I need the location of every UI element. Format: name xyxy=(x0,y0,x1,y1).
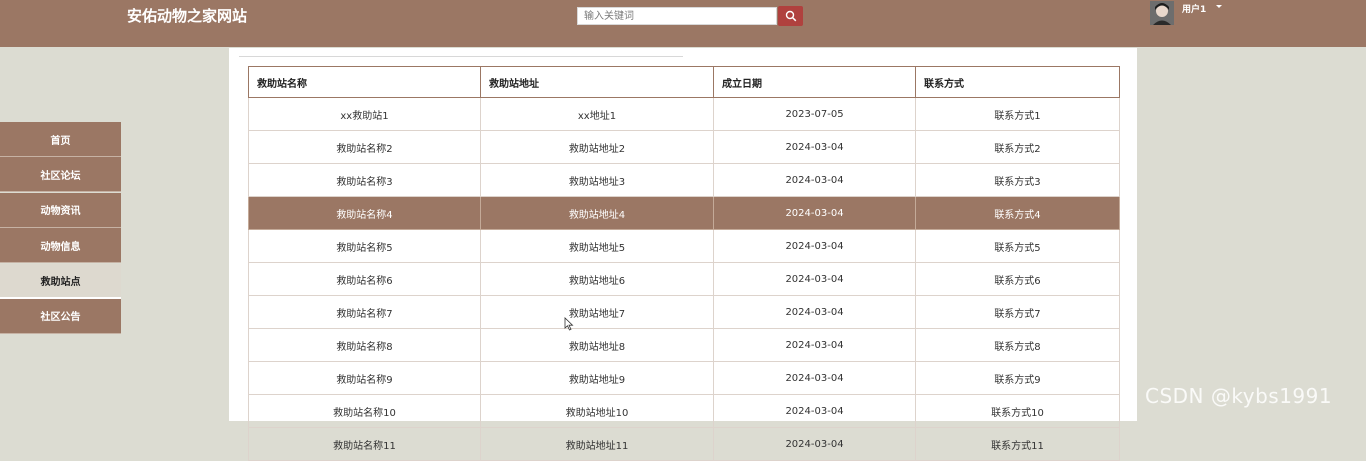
search-icon xyxy=(785,10,796,22)
column-header-contact: 联系方式 xyxy=(915,66,1120,98)
cell-name: 救助站名称6 xyxy=(248,262,481,296)
column-header-date: 成立日期 xyxy=(713,66,916,98)
cell-date: 2024-03-04 xyxy=(713,229,916,263)
cell-date: 2024-03-04 xyxy=(713,163,916,197)
cell-address: 救助站地址4 xyxy=(480,196,714,230)
divider xyxy=(239,56,683,57)
sidebar-item[interactable]: 动物资讯 xyxy=(0,192,121,228)
cell-date: 2024-03-04 xyxy=(713,394,916,428)
cell-date: 2024-03-04 xyxy=(713,427,916,461)
search-input[interactable] xyxy=(577,7,777,25)
table-row[interactable]: 救助站名称2 救助站地址2 2024-03-04 联系方式2 xyxy=(248,130,1120,164)
table-row[interactable]: 救助站名称10 救助站地址10 2024-03-04 联系方式10 xyxy=(248,394,1120,428)
table-row[interactable]: 救助站名称6 救助站地址6 2024-03-04 联系方式6 xyxy=(248,262,1120,296)
cell-name: 救助站名称2 xyxy=(248,130,481,164)
cell-name: 救助站名称9 xyxy=(248,361,481,395)
cell-name: 救助站名称8 xyxy=(248,328,481,362)
sidebar-item[interactable]: 动物信息 xyxy=(0,228,121,264)
table-row[interactable]: 救助站名称5 救助站地址5 2024-03-04 联系方式5 xyxy=(248,229,1120,263)
cell-date: 2024-03-04 xyxy=(713,295,916,329)
cell-contact: 联系方式4 xyxy=(915,196,1120,230)
cell-contact: 联系方式9 xyxy=(915,361,1120,395)
cell-contact: 联系方式2 xyxy=(915,130,1120,164)
site-title[interactable]: 安佑动物之家网站 xyxy=(127,6,247,26)
cell-date: 2024-03-04 xyxy=(713,130,916,164)
table-row[interactable]: xx救助站1 xx地址1 2023-07-05 联系方式1 xyxy=(248,97,1120,131)
cell-date: 2024-03-04 xyxy=(713,262,916,296)
sidebar-item[interactable]: 首页 xyxy=(0,122,121,157)
mouse-cursor-icon xyxy=(564,316,574,335)
username[interactable]: 用户1 xyxy=(1182,2,1206,15)
cell-address: 救助站地址9 xyxy=(480,361,714,395)
table-row[interactable]: 救助站名称7 救助站地址7 2024-03-04 联系方式7 xyxy=(248,295,1120,329)
cell-name: 救助站名称3 xyxy=(248,163,481,197)
table-row[interactable]: 救助站名称4 救助站地址4 2024-03-04 联系方式4 xyxy=(248,196,1120,230)
cell-date: 2024-03-04 xyxy=(713,361,916,395)
cell-name: xx救助站1 xyxy=(248,97,481,131)
caret-down-icon[interactable] xyxy=(1216,5,1222,8)
sidebar: 首页 社区论坛 动物资讯 动物信息 救助站点 社区公告 xyxy=(0,122,121,334)
cell-address: 救助站地址2 xyxy=(480,130,714,164)
table-row[interactable]: 救助站名称9 救助站地址9 2024-03-04 联系方式9 xyxy=(248,361,1120,395)
cell-name: 救助站名称7 xyxy=(248,295,481,329)
cell-address: 救助站地址5 xyxy=(480,229,714,263)
cell-address: xx地址1 xyxy=(480,97,714,131)
cell-date: 2023-07-05 xyxy=(713,97,916,131)
cell-contact: 联系方式5 xyxy=(915,229,1120,263)
rescue-station-table: 救助站名称 救助站地址 成立日期 联系方式 xx救助站1 xx地址1 2023-07… xyxy=(248,66,1120,461)
table-body: xx救助站1 xx地址1 2023-07-05 联系方式1 救助站名称2 救助站地址2 20… xyxy=(248,97,1120,461)
cell-address: 救助站地址7 xyxy=(480,295,714,329)
cell-contact: 联系方式7 xyxy=(915,295,1120,329)
sidebar-item[interactable]: 社区公告 xyxy=(0,298,121,334)
cell-contact: 联系方式8 xyxy=(915,328,1120,362)
cell-contact: 联系方式3 xyxy=(915,163,1120,197)
sidebar-item[interactable]: 社区论坛 xyxy=(0,157,121,193)
top-navbar: 安佑动物之家网站 用户1 xyxy=(0,0,1366,47)
cell-name: 救助站名称10 xyxy=(248,394,481,428)
cell-address: 救助站地址3 xyxy=(480,163,714,197)
cell-name: 救助站名称5 xyxy=(248,229,481,263)
cell-contact: 联系方式10 xyxy=(915,394,1120,428)
cell-contact: 联系方式11 xyxy=(915,427,1120,461)
sidebar-item[interactable]: 救助站点 xyxy=(0,263,121,299)
cell-contact: 联系方式6 xyxy=(915,262,1120,296)
cell-name: 救助站名称11 xyxy=(248,427,481,461)
table-row[interactable]: 救助站名称3 救助站地址3 2024-03-04 联系方式3 xyxy=(248,163,1120,197)
cell-name: 救助站名称4 xyxy=(248,196,481,230)
table-row[interactable]: 救助站名称8 救助站地址8 2024-03-04 联系方式8 xyxy=(248,328,1120,362)
cell-address: 救助站地址10 xyxy=(480,394,714,428)
cell-address: 救助站地址6 xyxy=(480,262,714,296)
table-row[interactable]: 救助站名称11 救助站地址11 2024-03-04 联系方式11 xyxy=(248,427,1120,461)
cell-contact: 联系方式1 xyxy=(915,97,1120,131)
cell-date: 2024-03-04 xyxy=(713,328,916,362)
column-header-name: 救助站名称 xyxy=(248,66,481,98)
cell-date: 2024-03-04 xyxy=(713,196,916,230)
cell-address: 救助站地址11 xyxy=(480,427,714,461)
search-button[interactable] xyxy=(778,6,803,26)
cell-address: 救助站地址8 xyxy=(480,328,714,362)
column-header-address: 救助站地址 xyxy=(480,66,714,98)
table-header-row: 救助站名称 救助站地址 成立日期 联系方式 xyxy=(248,66,1120,98)
watermark: CSDN @kybs1991 xyxy=(1145,384,1333,408)
avatar[interactable] xyxy=(1150,1,1174,25)
